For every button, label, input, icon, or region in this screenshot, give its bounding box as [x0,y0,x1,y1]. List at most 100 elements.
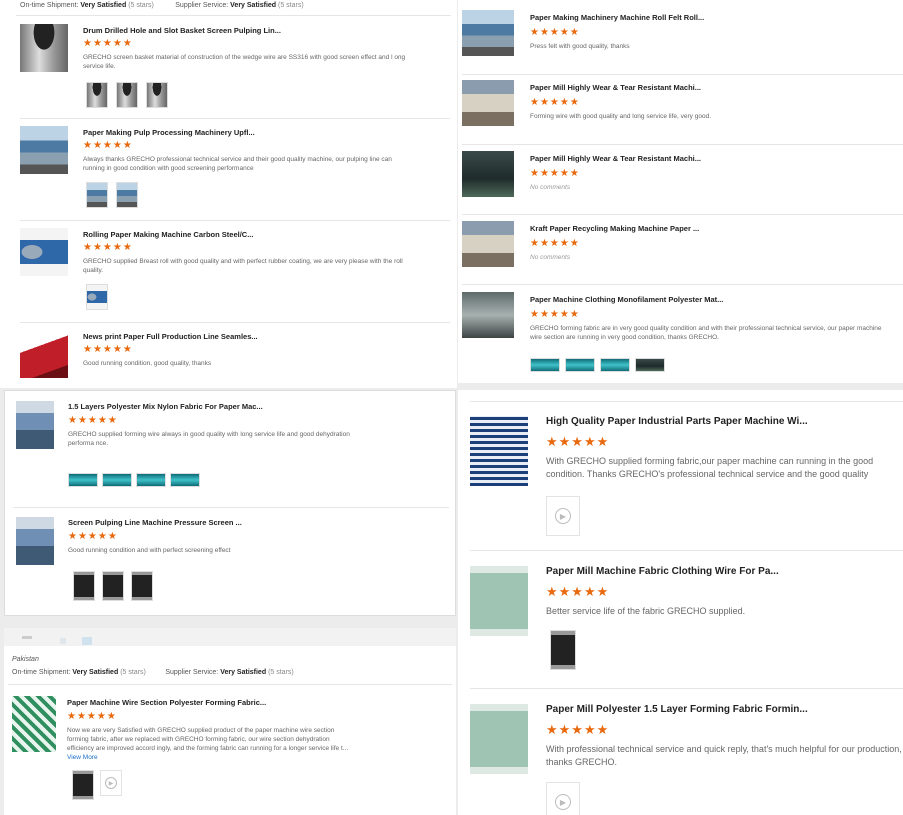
review-title[interactable]: Paper Machine Clothing Monofilament Poly… [530,295,830,304]
rating-stars: ★★★★★ [530,238,580,249]
screen-photo-icon[interactable] [73,571,95,601]
review-text: Always thanks GRECHO professional techni… [83,156,392,172]
rating-stars: ★★★★★ [546,434,610,449]
review-title[interactable]: Screen Pulping Line Machine Pressure Scr… [68,518,368,527]
felt-roll-icon[interactable] [462,80,514,126]
review-title[interactable]: Paper Machine Wire Section Polyester For… [67,698,367,707]
basket-photo-icon[interactable] [116,82,138,108]
rating-stars: ★★★★★ [83,38,133,49]
machine-photo-icon[interactable] [116,182,138,208]
pulping-machine-icon[interactable] [20,126,68,174]
fabric-roll-icon[interactable] [470,566,528,636]
review-text: Good running condition, good quality, th… [83,360,212,367]
fabric-roll-icon[interactable] [470,704,528,774]
basket-photo-icon[interactable] [86,82,108,108]
review-title[interactable]: Paper Mill Highly Wear & Tear Resistant … [530,83,830,92]
play-icon[interactable]: ▶ [546,782,580,815]
review-photos [68,473,200,487]
rating-stars: ★★★★★ [546,722,610,737]
review-title[interactable]: News print Paper Full Production Line Se… [83,332,383,341]
fabric-photo-icon[interactable] [102,473,132,487]
review-item: Paper Making Machinery Machine Roll Felt… [462,10,902,70]
review-item: Paper Machine Wire Section Polyester For… [12,696,442,808]
wire-photo-icon[interactable] [72,770,94,800]
review-text: Forming wire with good quality and long … [530,113,712,120]
screen-photo-icon[interactable] [131,571,153,601]
review-text: GRECHO forming fabric are in very good q… [530,325,882,341]
buyer-country: Pakistan [12,656,39,663]
mill-hall-icon[interactable] [462,151,514,197]
review-title[interactable]: Paper Mill Polyester 1.5 Layer Forming F… [546,704,866,715]
rating-stars: ★★★★★ [68,531,118,542]
view-more-link[interactable]: View More [67,754,98,761]
review-item: Paper Machine Clothing Monofilament Poly… [462,292,902,380]
screen-photo-icon[interactable] [102,571,124,601]
machine-photo-icon[interactable] [86,182,108,208]
review-panel-right-top: Paper Making Machinery Machine Roll Felt… [458,0,903,383]
review-item: Paper Mill Highly Wear & Tear Resistant … [462,80,902,140]
review-title[interactable]: Rolling Paper Making Machine Carbon Stee… [83,230,383,239]
review-text: With GRECHO supplied forming fabric,our … [546,456,874,483]
fabric-photo-icon[interactable] [530,358,560,372]
rating-stars: ★★★★★ [530,97,580,108]
rating-stars: ★★★★★ [546,584,610,599]
review-photos [550,630,576,670]
paper-machine-icon[interactable] [462,221,514,267]
screen-basket-icon[interactable] [20,24,68,72]
rating-stars: ★★★★★ [530,27,580,38]
review-item: Rolling Paper Making Machine Carbon Stee… [20,228,440,316]
rating-summary: On-time Shipment: Very Satisfied (5 star… [20,2,304,9]
review-item: Paper Mill Highly Wear & Tear Resistant … [462,151,902,211]
review-text: With professional technical service and … [546,744,902,767]
review-title[interactable]: Drum Drilled Hole and Slot Basket Screen… [83,26,383,35]
rating-stars: ★★★★★ [530,168,580,179]
review-text: Now we are very Satisfied with GRECHO su… [67,727,349,761]
review-panel-left-mid: 1.5 Layers Polyester Mix Nylon Fabric Fo… [4,390,456,616]
review-title[interactable]: Kraft Paper Recycling Making Machine Pap… [530,224,830,233]
review-text: GRECHO supplied forming wire always in g… [68,431,350,447]
review-photos [86,82,168,108]
red-felt-icon[interactable] [20,330,68,378]
review-photos [530,358,665,372]
review-title[interactable]: Paper Mill Highly Wear & Tear Resistant … [530,154,830,163]
press-felt-icon[interactable] [462,10,514,56]
review-text: GRECHO screen basket material of constru… [83,54,406,70]
review-title[interactable]: Paper Making Pulp Processing Machinery U… [83,128,383,137]
review-text: No comments [530,254,571,261]
review-panel-right-bottom: High Quality Paper Industrial Parts Pape… [458,390,903,815]
review-item: Paper Mill Machine Fabric Clothing Wire … [470,566,903,676]
machine-photo-icon[interactable] [635,358,665,372]
review-text: Press felt with good quality, thanks [530,43,630,50]
review-photos: ▶ [546,496,580,536]
fabric-photo-icon[interactable] [136,473,166,487]
fabric-photo-icon[interactable] [170,473,200,487]
clothing-machine-icon[interactable] [462,292,514,338]
rating-summary: On-time Shipment: Very Satisfied (5 star… [12,669,294,676]
review-text: GRECHO supplied Breast roll with good qu… [83,258,403,274]
review-text: Better service life of the fabric GRECHO… [546,606,746,616]
review-item: Screen Pulping Line Machine Pressure Scr… [16,517,446,607]
fabric-photo-icon[interactable] [68,473,98,487]
roll-photo-icon[interactable] [86,284,108,310]
play-icon[interactable]: ▶ [546,496,580,536]
play-icon[interactable]: ▶ [100,770,122,796]
review-item: 1.5 Layers Polyester Mix Nylon Fabric Fo… [16,401,446,501]
review-item: Kraft Paper Recycling Making Machine Pap… [462,221,902,281]
wire-photo-icon[interactable] [550,630,576,670]
woven-fabric-icon[interactable] [470,416,528,486]
review-item: Paper Making Pulp Processing Machinery U… [20,126,440,216]
pressure-screen-icon[interactable] [16,517,54,565]
forming-line-icon[interactable] [16,401,54,449]
review-photos: ▶ [72,770,122,800]
fabric-photo-icon[interactable] [565,358,595,372]
breast-roll-icon[interactable] [20,228,68,276]
review-title[interactable]: High Quality Paper Industrial Parts Pape… [546,416,866,427]
forming-fabric-icon[interactable] [12,696,56,752]
basket-photo-icon[interactable] [146,82,168,108]
review-title[interactable]: Paper Mill Machine Fabric Clothing Wire … [546,566,866,577]
review-title[interactable]: Paper Making Machinery Machine Roll Felt… [530,13,830,22]
fabric-photo-icon[interactable] [600,358,630,372]
review-title[interactable]: 1.5 Layers Polyester Mix Nylon Fabric Fo… [68,402,368,411]
rating-stars: ★★★★★ [83,242,133,253]
review-panel-left-bottom: Pakistan On-time Shipment: Very Satisfie… [4,628,456,815]
